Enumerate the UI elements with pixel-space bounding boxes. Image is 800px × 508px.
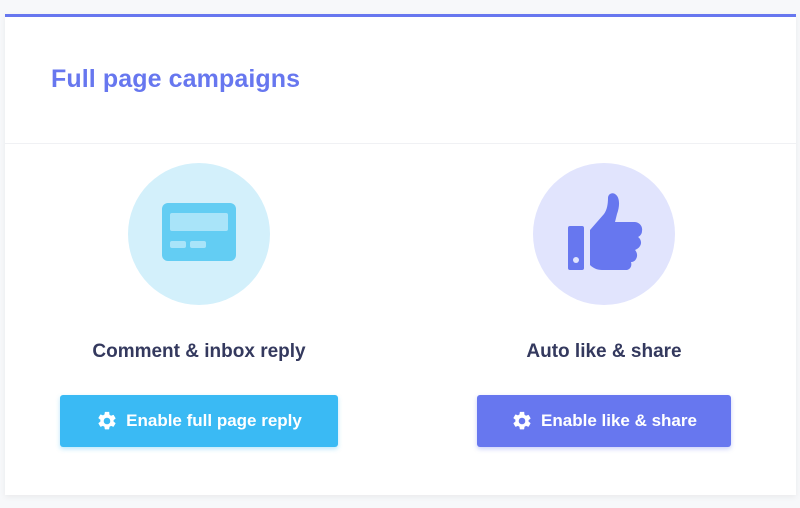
card-header: Full page campaigns (5, 17, 796, 144)
button-label: Enable full page reply (126, 411, 302, 430)
enable-like-share-button[interactable]: Enable like & share (477, 395, 731, 447)
feature-title: Auto like & share (526, 341, 682, 362)
feature-icon-circle (128, 163, 270, 305)
gear-icon (96, 410, 118, 432)
button-label: Enable like & share (541, 411, 697, 430)
feature-auto-like-share: Auto like & share Enable like & share (454, 163, 754, 447)
gear-icon (511, 410, 533, 432)
feature-comment-inbox-reply: Comment & inbox reply Enable full page r… (49, 163, 349, 447)
feature-title: Comment & inbox reply (92, 341, 306, 362)
campaigns-card: Full page campaigns Comment & inbox repl… (5, 14, 796, 495)
thumbs-up-icon (564, 192, 644, 277)
feature-icon-circle (533, 163, 675, 305)
enable-full-page-reply-button[interactable]: Enable full page reply (60, 395, 338, 447)
page-title: Full page campaigns (51, 65, 301, 93)
card-icon (162, 202, 236, 266)
